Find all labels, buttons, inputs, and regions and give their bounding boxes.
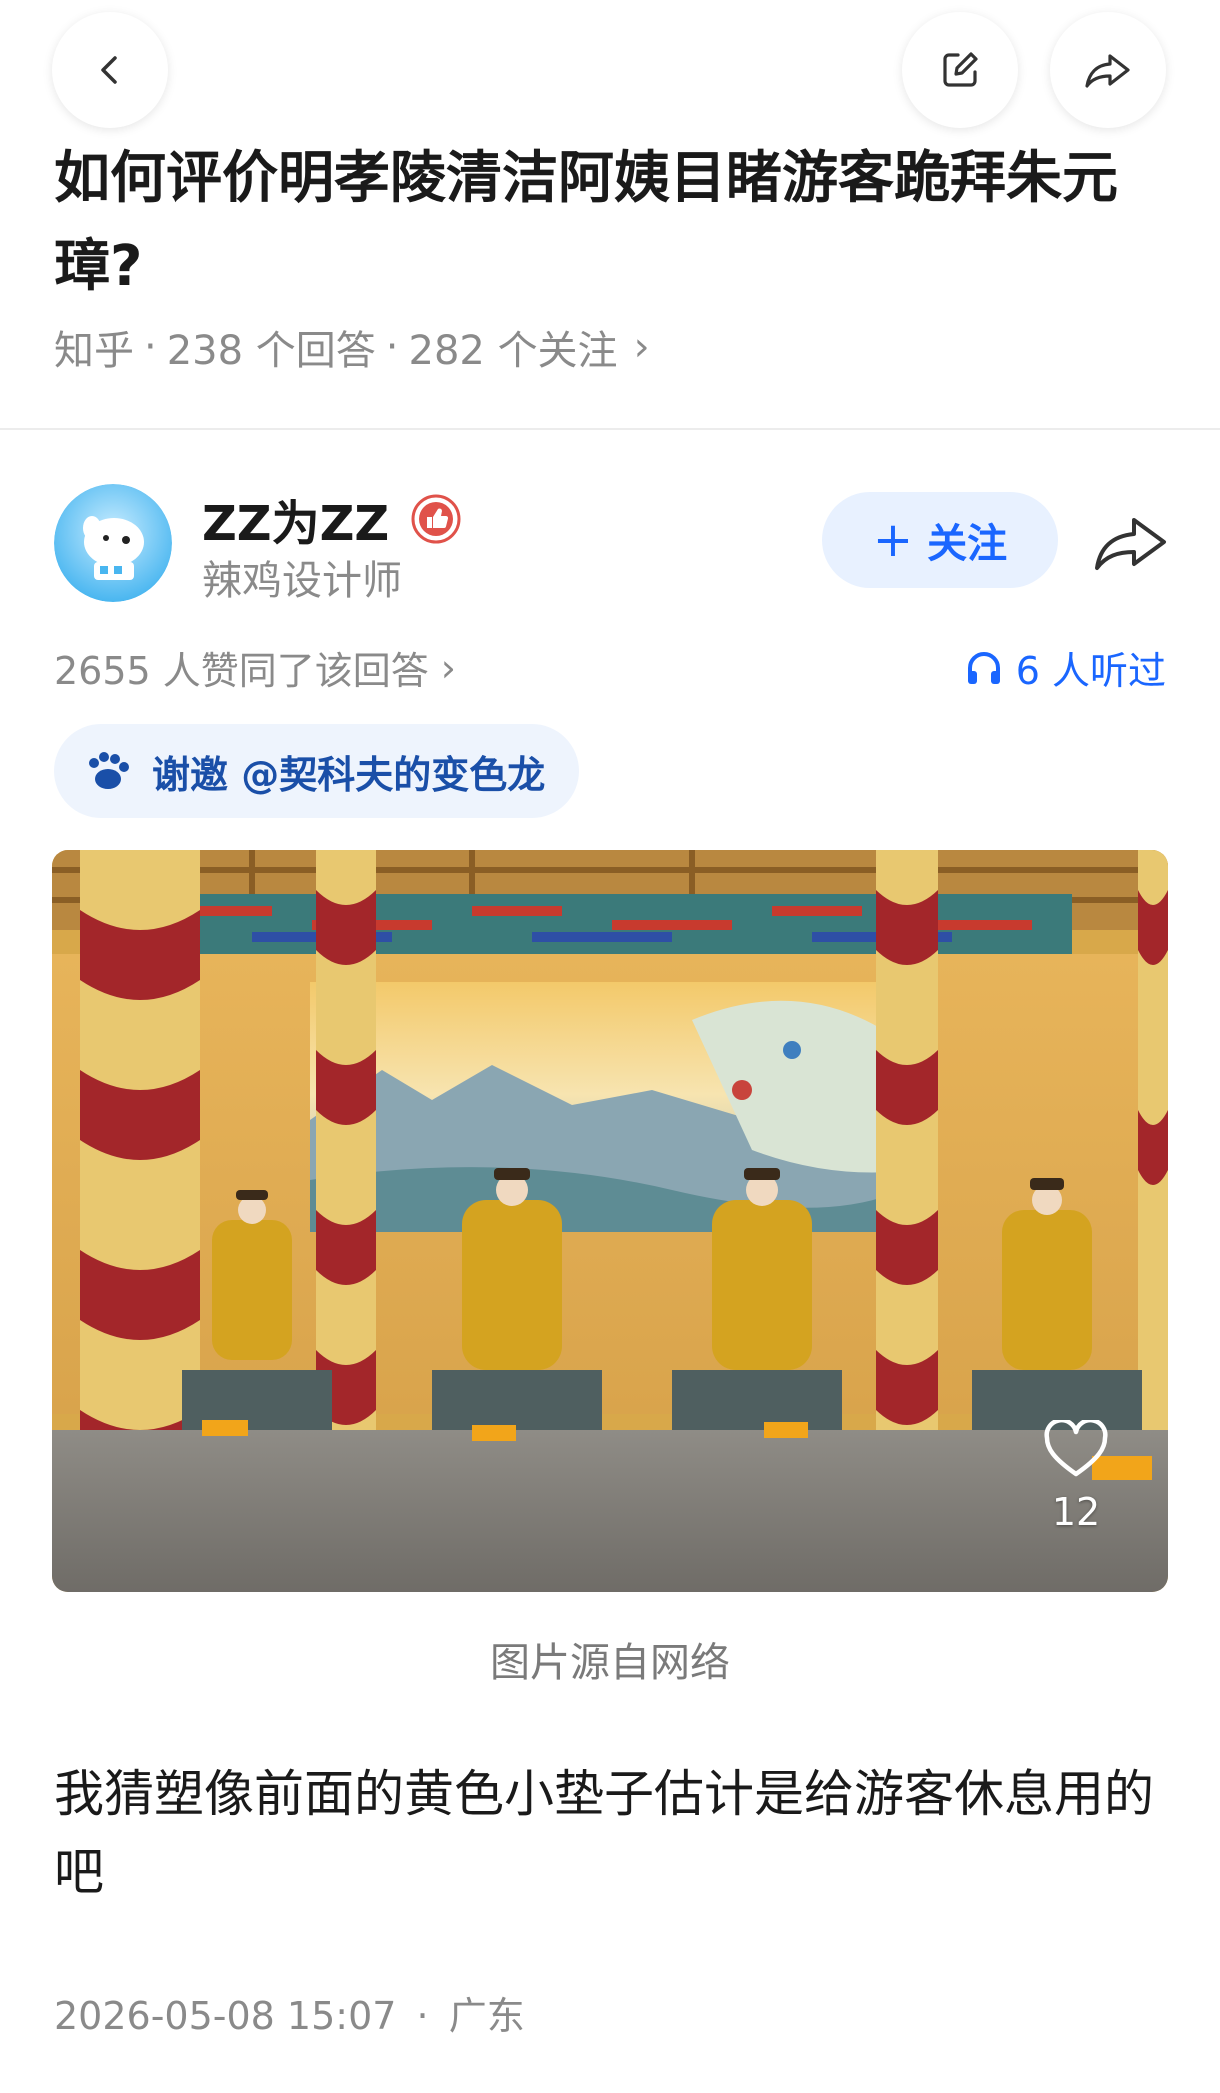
meta-dot: · <box>416 1994 429 2038</box>
photo-caption: 图片源自网络 <box>490 1640 730 1686</box>
answer-meta: 2026-05-08 15:07 · 广东 <box>54 1985 525 2040</box>
divider <box>0 428 1220 430</box>
back-button[interactable] <box>52 12 168 128</box>
plus-icon: + <box>872 512 914 568</box>
meta-dot: · <box>144 324 157 370</box>
chevron-right-icon: › <box>440 645 456 690</box>
follow-count: 282 个关注 <box>408 328 618 374</box>
like-button[interactable]: 12 <box>1036 1418 1116 1534</box>
answer-text: 我猜塑像前面的黄色小垫子估计是给游客休息用的吧 <box>54 1765 1154 1901</box>
source-label: 知乎 <box>54 328 134 374</box>
upvote-summary[interactable]: 2655 人赞同了该回答 › <box>54 640 456 695</box>
follow-label: 关注 <box>927 521 1008 567</box>
author-name-text: ZZ为ZZ <box>202 496 390 552</box>
timestamp: 2026-05-08 15:07 <box>54 1994 397 2038</box>
listened-summary[interactable]: 6 人听过 <box>964 640 1166 695</box>
question-meta[interactable]: 知乎 · 238 个回答 · 282 个关注 › <box>54 318 650 376</box>
location: 广东 <box>448 1994 525 2038</box>
headphones-icon <box>967 651 1000 684</box>
edit-icon <box>943 52 978 87</box>
author-subtitle: 辣鸡设计师 <box>202 558 402 604</box>
upvote-count: 2655 人赞同了该回答 <box>54 649 429 693</box>
listened-count: 6 人听过 <box>1015 649 1166 693</box>
question-title[interactable]: 如何评价明孝陵清洁阿姨目睹游客跪拜朱元璋? <box>54 135 1164 311</box>
heart-icon <box>1044 1418 1108 1477</box>
invite-chip[interactable]: 谢邀 @契科夫的变色龙 <box>54 724 580 818</box>
edit-button[interactable] <box>902 12 1018 128</box>
meta-dot: · <box>385 324 399 370</box>
chevron-right-icon: › <box>633 324 650 370</box>
author-name[interactable]: ZZ为ZZ <box>202 484 461 554</box>
share-icon <box>1085 54 1130 88</box>
invite-label: 谢邀 @契科夫的变色龙 <box>152 752 546 797</box>
avatar[interactable] <box>54 484 172 602</box>
follow-button[interactable]: + 关注 <box>822 492 1058 588</box>
answer-count: 238 个回答 <box>166 328 376 374</box>
answer-photo[interactable] <box>52 850 1168 1592</box>
share-icon[interactable] <box>1090 508 1170 578</box>
back-icon <box>101 56 117 84</box>
thumbs-up-badge-icon <box>411 494 461 544</box>
paw-icon <box>89 752 129 789</box>
share-button[interactable] <box>1050 12 1166 128</box>
like-count: 12 <box>1051 1490 1101 1534</box>
